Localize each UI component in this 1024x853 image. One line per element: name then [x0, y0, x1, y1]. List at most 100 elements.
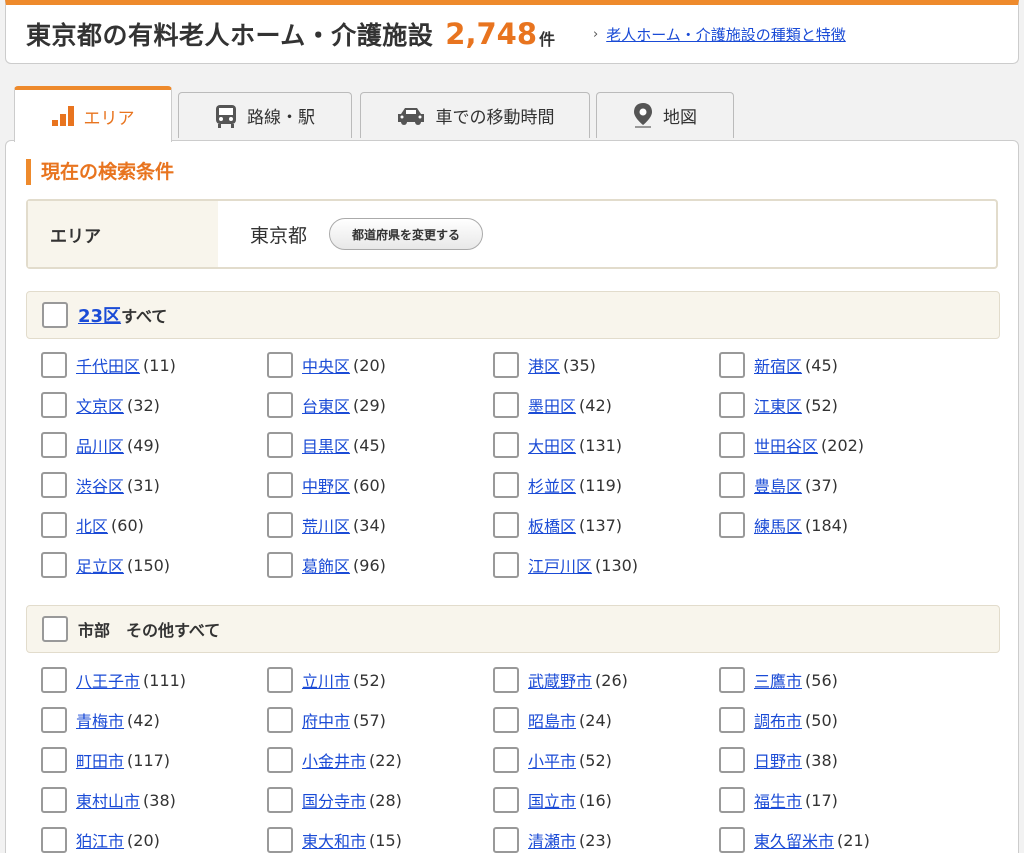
- ward-count: (31): [127, 475, 160, 495]
- city-checkbox[interactable]: [719, 787, 745, 813]
- ward-checkbox[interactable]: [267, 352, 293, 378]
- cities-all-checkbox[interactable]: [42, 616, 68, 642]
- tab-car[interactable]: 車での移動時間: [360, 92, 590, 138]
- ward-row: 北区 (60) 荒川区 (34) 板橋区 (137) 練馬区 (184): [41, 505, 1001, 545]
- city-checkbox[interactable]: [493, 707, 519, 733]
- city-link[interactable]: 日野市: [754, 748, 802, 772]
- city-checkbox[interactable]: [719, 827, 745, 853]
- city-link[interactable]: 八王子市: [76, 668, 140, 692]
- city-link[interactable]: 東大和市: [302, 828, 366, 852]
- ward-link[interactable]: 北区: [76, 513, 108, 537]
- ward-checkbox[interactable]: [41, 552, 67, 578]
- city-link[interactable]: 府中市: [302, 708, 350, 732]
- ward-checkbox[interactable]: [493, 352, 519, 378]
- city-checkbox[interactable]: [267, 667, 293, 693]
- ward-link[interactable]: 目黒区: [302, 433, 350, 457]
- city-link[interactable]: 武蔵野市: [528, 668, 592, 692]
- ward-link[interactable]: 大田区: [528, 433, 576, 457]
- city-checkbox[interactable]: [267, 707, 293, 733]
- cities-group-header: 市部 その他すべて: [26, 605, 1000, 653]
- ward-checkbox[interactable]: [41, 432, 67, 458]
- city-checkbox[interactable]: [493, 787, 519, 813]
- ward-checkbox[interactable]: [719, 392, 745, 418]
- ward-link[interactable]: 千代田区: [76, 353, 140, 377]
- ward-link[interactable]: 江東区: [754, 393, 802, 417]
- wards-all-checkbox[interactable]: [42, 302, 68, 328]
- city-checkbox[interactable]: [493, 747, 519, 773]
- ward-checkbox[interactable]: [719, 512, 745, 538]
- city-checkbox[interactable]: [493, 667, 519, 693]
- city-link[interactable]: 小金井市: [302, 748, 366, 772]
- ward-checkbox[interactable]: [493, 392, 519, 418]
- city-link[interactable]: 東久留米市: [754, 828, 834, 852]
- ward-checkbox[interactable]: [719, 432, 745, 458]
- ward-link[interactable]: 江戸川区: [528, 553, 592, 577]
- ward-checkbox[interactable]: [267, 472, 293, 498]
- city-link[interactable]: 昭島市: [528, 708, 576, 732]
- ward-checkbox[interactable]: [267, 512, 293, 538]
- tab-area[interactable]: エリア: [14, 86, 172, 142]
- ward-link[interactable]: 中野区: [302, 473, 350, 497]
- wards-all-link[interactable]: 23区: [78, 302, 121, 328]
- tab-map[interactable]: 地図: [596, 92, 734, 138]
- city-checkbox[interactable]: [267, 827, 293, 853]
- city-link[interactable]: 東村山市: [76, 788, 140, 812]
- ward-checkbox[interactable]: [41, 392, 67, 418]
- ward-link[interactable]: 板橋区: [528, 513, 576, 537]
- area-condition-value: 東京都: [250, 224, 308, 247]
- city-checkbox[interactable]: [719, 707, 745, 733]
- city-checkbox[interactable]: [41, 787, 67, 813]
- ward-checkbox[interactable]: [267, 392, 293, 418]
- city-checkbox[interactable]: [267, 787, 293, 813]
- city-link[interactable]: 町田市: [76, 748, 124, 772]
- ward-link[interactable]: 足立区: [76, 553, 124, 577]
- ward-link[interactable]: 文京区: [76, 393, 124, 417]
- city-link[interactable]: 狛江市: [76, 828, 124, 852]
- ward-link[interactable]: 渋谷区: [76, 473, 124, 497]
- city-link[interactable]: 国分寺市: [302, 788, 366, 812]
- ward-checkbox[interactable]: [41, 472, 67, 498]
- ward-checkbox[interactable]: [719, 472, 745, 498]
- ward-link[interactable]: 墨田区: [528, 393, 576, 417]
- city-link[interactable]: 三鷹市: [754, 668, 802, 692]
- city-checkbox[interactable]: [41, 667, 67, 693]
- ward-checkbox[interactable]: [41, 352, 67, 378]
- city-checkbox[interactable]: [41, 747, 67, 773]
- ward-link[interactable]: 台東区: [302, 393, 350, 417]
- ward-link[interactable]: 荒川区: [302, 513, 350, 537]
- ward-checkbox[interactable]: [267, 552, 293, 578]
- city-checkbox[interactable]: [719, 747, 745, 773]
- tab-train[interactable]: 路線・駅: [178, 92, 352, 138]
- city-checkbox[interactable]: [41, 827, 67, 853]
- city-link[interactable]: 福生市: [754, 788, 802, 812]
- ward-link[interactable]: 豊島区: [754, 473, 802, 497]
- ward-checkbox[interactable]: [493, 512, 519, 538]
- change-prefecture-button[interactable]: 都道府県を変更する: [329, 218, 484, 250]
- city-link[interactable]: 小平市: [528, 748, 576, 772]
- ward-checkbox[interactable]: [493, 552, 519, 578]
- city-checkbox[interactable]: [719, 667, 745, 693]
- ward-link[interactable]: 新宿区: [754, 353, 802, 377]
- ward-link[interactable]: 葛飾区: [302, 553, 350, 577]
- ward-link[interactable]: 杉並区: [528, 473, 576, 497]
- city-count: (117): [127, 750, 171, 770]
- ward-checkbox[interactable]: [267, 432, 293, 458]
- city-link[interactable]: 立川市: [302, 668, 350, 692]
- city-link[interactable]: 清瀬市: [528, 828, 576, 852]
- ward-link[interactable]: 練馬区: [754, 513, 802, 537]
- city-checkbox[interactable]: [493, 827, 519, 853]
- city-link[interactable]: 国立市: [528, 788, 576, 812]
- ward-link[interactable]: 品川区: [76, 433, 124, 457]
- city-checkbox[interactable]: [267, 747, 293, 773]
- city-checkbox[interactable]: [41, 707, 67, 733]
- ward-link[interactable]: 中央区: [302, 353, 350, 377]
- ward-checkbox[interactable]: [41, 512, 67, 538]
- ward-link[interactable]: 港区: [528, 353, 560, 377]
- facility-types-link[interactable]: 老人ホーム・介護施設の種類と特徴: [606, 24, 846, 45]
- ward-checkbox[interactable]: [719, 352, 745, 378]
- ward-checkbox[interactable]: [493, 472, 519, 498]
- city-link[interactable]: 青梅市: [76, 708, 124, 732]
- ward-checkbox[interactable]: [493, 432, 519, 458]
- city-link[interactable]: 調布市: [754, 708, 802, 732]
- ward-link[interactable]: 世田谷区: [754, 433, 818, 457]
